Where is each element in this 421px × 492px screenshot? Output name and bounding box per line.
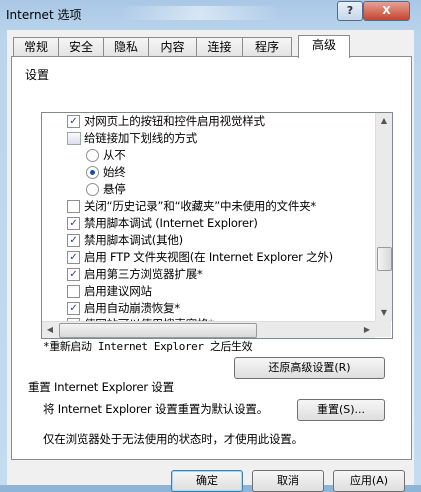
checkbox[interactable] (67, 200, 80, 213)
list-item[interactable]: ✓ 启用 FTP 文件夹视图(在 Internet Explorer 之外) (42, 249, 375, 266)
checkbox[interactable] (67, 285, 80, 298)
restore-advanced-settings-button[interactable]: 还原高级设置(R) (234, 357, 385, 379)
setting-group-icon (67, 132, 81, 145)
horizontal-scrollbar[interactable]: ◀ ▶ (42, 321, 375, 338)
tab-advanced[interactable]: 高级 (298, 35, 350, 58)
scroll-up-arrow-icon[interactable]: ▲ (376, 113, 392, 129)
internet-options-window: Internet 选项 ? X 常规 安全 隐私 内容 连接 程序 高级 设置 … (0, 0, 421, 492)
radio-button[interactable] (86, 183, 99, 196)
list-item-label: 启用自动崩溃恢复* (84, 301, 180, 315)
list-item[interactable]: ✓ 禁用脚本调试 (Internet Explorer) (42, 215, 375, 232)
list-item[interactable]: 从不 (42, 147, 375, 164)
scroll-left-arrow-icon[interactable]: ◀ (42, 322, 58, 338)
tab-programs[interactable]: 程序 (242, 37, 292, 57)
settings-group-label: 设置 (25, 68, 50, 82)
list-item-label: 从不 (103, 148, 126, 162)
tab-security[interactable]: 安全 (58, 37, 104, 57)
checkbox[interactable]: ✓ (67, 234, 80, 247)
reset-note: 仅在浏览器处于无法使用的状态时，才使用此设置。 (43, 432, 303, 446)
list-item-label: 禁用脚本调试 (Internet Explorer) (84, 216, 258, 230)
list-item-label: 悬停 (103, 182, 126, 196)
list-item[interactable]: ✓ 启用第三方浏览器扩展* (42, 266, 375, 283)
list-item-label: 启用 FTP 文件夹视图(在 Internet Explorer 之外) (84, 250, 333, 264)
scroll-down-arrow-icon[interactable]: ▼ (376, 305, 392, 321)
checkbox[interactable]: ✓ (67, 251, 80, 264)
cancel-button[interactable]: 取消 (252, 470, 324, 492)
list-item-label: 始终 (103, 165, 126, 179)
restart-note: *重新启动 Internet Explorer 之后生效 (43, 340, 253, 353)
list-item[interactable]: 悬停 (42, 181, 375, 198)
checkbox[interactable]: ✓ (67, 217, 80, 230)
list-item[interactable]: ✓ 对网页上的按钮和控件启用视觉样式 (42, 113, 375, 130)
list-item[interactable]: ✓ 禁用脚本调试(其他) (42, 232, 375, 249)
vertical-scroll-thumb[interactable] (377, 247, 392, 271)
checkbox[interactable]: ✓ (67, 302, 80, 315)
tab-general[interactable]: 常规 (13, 37, 59, 57)
list-item-label: 禁用脚本调试(其他) (84, 233, 183, 247)
radio-button[interactable] (86, 166, 99, 179)
list-item: 给链接加下划线的方式 (42, 130, 375, 147)
horizontal-scroll-thumb[interactable] (59, 323, 257, 338)
list-item-label: 关闭“历史记录”和“收藏夹”中未使用的文件夹* (84, 199, 316, 213)
reset-section-title: 重置 Internet Explorer 设置 (28, 380, 174, 394)
window-title: Internet 选项 (6, 8, 82, 22)
list-item[interactable]: 启用建议网站 (42, 283, 375, 300)
title-bar[interactable]: Internet 选项 ? X (0, 0, 421, 30)
radio-button[interactable] (86, 149, 99, 162)
advanced-tab-panel: 设置 ✓ 对网页上的按钮和控件启用视觉样式 给链接加下划线的方式 从不 始终 悬… (11, 56, 412, 460)
list-item-label: 对网页上的按钮和控件启用视觉样式 (84, 114, 265, 128)
vertical-scrollbar[interactable]: ▲ ▼ (375, 113, 392, 321)
list-item[interactable]: ✓ 启用自动崩溃恢复* (42, 300, 375, 317)
list-item[interactable]: 始终 (42, 164, 375, 181)
scroll-right-arrow-icon[interactable]: ▶ (359, 322, 375, 338)
checkbox[interactable]: ✓ (67, 268, 80, 281)
help-button[interactable]: ? (337, 1, 363, 21)
tab-privacy[interactable]: 隐私 (103, 37, 149, 57)
apply-button[interactable]: 应用(A) (333, 470, 405, 492)
reset-button[interactable]: 重置(S)... (297, 399, 385, 421)
reset-description: 将 Internet Explorer 设置重置为默认设置。 (43, 402, 269, 416)
scrollbar-corner (375, 321, 391, 337)
list-item-label: 启用第三方浏览器扩展* (84, 267, 203, 281)
blurred-title-region (120, 6, 280, 20)
ok-button[interactable]: 确定 (171, 470, 243, 492)
checkbox[interactable]: ✓ (67, 115, 80, 128)
settings-list[interactable]: ✓ 对网页上的按钮和控件启用视觉样式 给链接加下划线的方式 从不 始终 悬停 关… (41, 112, 393, 339)
tab-connections[interactable]: 连接 (196, 37, 243, 57)
list-item-label: 给链接加下划线的方式 (84, 131, 197, 145)
list-item[interactable]: 关闭“历史记录”和“收藏夹”中未使用的文件夹* (42, 198, 375, 215)
tab-content[interactable]: 内容 (148, 37, 197, 57)
close-button[interactable]: X (363, 1, 410, 21)
list-item-label: 启用建议网站 (84, 284, 152, 298)
dialog-body: 常规 安全 隐私 内容 连接 程序 高级 设置 ✓ 对网页上的按钮和控件启用视觉… (7, 30, 414, 492)
